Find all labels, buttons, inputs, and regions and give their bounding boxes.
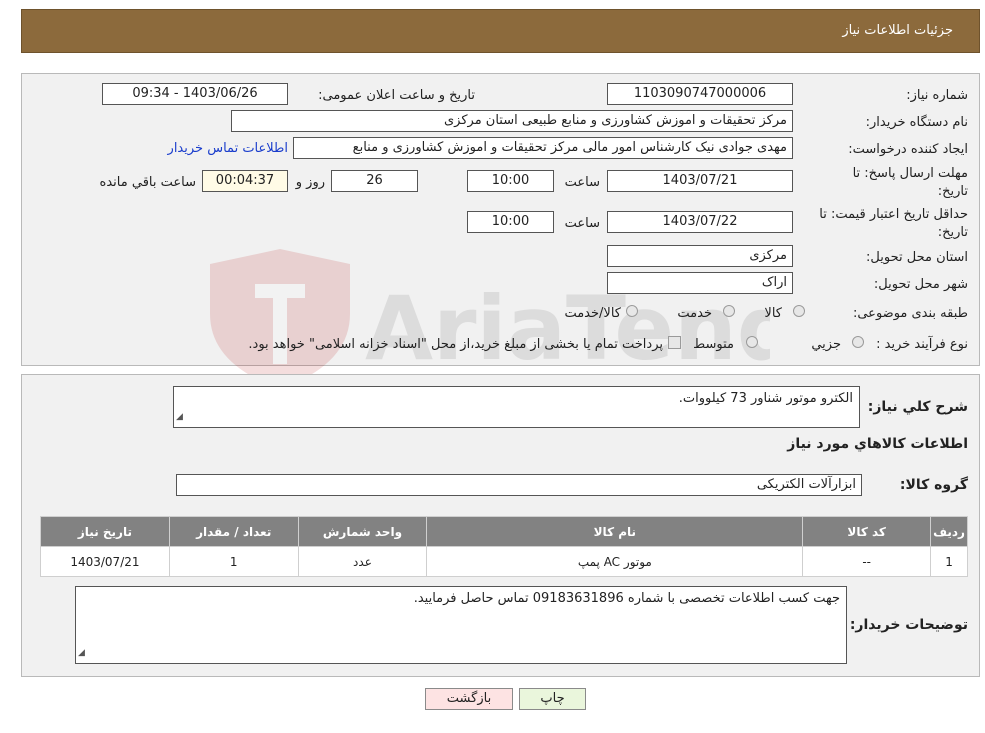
col-date: تاریخ نیاز	[40, 516, 170, 547]
category-option-goods: کالا	[764, 306, 782, 321]
cell-qty: 1	[168, 546, 299, 577]
buyer-contact-link[interactable]: اطلاعات تماس خریدار	[168, 141, 288, 156]
buyer-notes-textarea[interactable]: جهت کسب اطلاعات تخصصی با شماره 091836318…	[75, 586, 847, 664]
deadline-date-field: 1403/07/21	[607, 170, 793, 192]
col-code: کد کالا	[802, 516, 932, 547]
validity-date-field: 1403/07/22	[607, 211, 793, 233]
category-radio-goods-service[interactable]	[626, 305, 638, 317]
deadline-time-label: ساعت	[564, 175, 600, 190]
goods-heading: اطلاعات کالاهاي مورد نياز	[787, 436, 968, 452]
resize-grip-icon[interactable]: ◢	[78, 644, 85, 662]
col-qty: تعداد / مقدار	[168, 516, 299, 547]
deadline-time-field: 10:00	[467, 170, 554, 192]
col-unit: واحد شمارش	[297, 516, 428, 547]
back-button[interactable]: بازگشت	[425, 688, 513, 710]
province-field: مرکزی	[607, 245, 793, 267]
validity-label: حداقل تاریخ اعتبار قیمت: تا	[819, 207, 968, 222]
category-label: طبقه بندی موضوعی:	[852, 306, 968, 321]
description-textarea[interactable]: الکترو موتور شناور 73 کیلووات. ◢	[173, 386, 860, 428]
announce-label: تاریخ و ساعت اعلان عمومی:	[318, 88, 475, 103]
need-number-label: شماره نیاز:	[906, 88, 968, 103]
cell-row: 1	[930, 546, 968, 577]
category-option-goods-service: کالا/خدمت	[564, 306, 621, 321]
page-header: جزئیات اطلاعات نیاز	[21, 9, 980, 53]
category-radio-service[interactable]	[723, 305, 735, 317]
goods-group-field: ابزارآلات الکتریکی	[176, 474, 862, 496]
resize-grip-icon[interactable]: ◢	[176, 408, 183, 426]
cell-unit: عدد	[297, 546, 428, 577]
goods-group-label: گروه کالا:	[899, 477, 968, 493]
province-label: استان محل تحویل:	[866, 250, 968, 265]
buyer-label: نام دستگاه خریدار:	[865, 115, 968, 130]
goods-table: رديف کد کالا نام کالا واحد شمارش تعداد /…	[40, 516, 968, 577]
col-row: رديف	[930, 516, 968, 547]
category-radio-goods[interactable]	[793, 305, 805, 317]
buyer-notes-label: توضیحات خریدار:	[849, 617, 968, 633]
process-label: نوع فرآیند خرید :	[876, 337, 968, 352]
goods-table-header: رديف کد کالا نام کالا واحد شمارش تعداد /…	[40, 516, 968, 547]
city-field: اراک	[607, 272, 793, 294]
creator-field: مهدی جوادی نیک کارشناس امور مالی مرکز تح…	[293, 137, 793, 159]
validity-time-label: ساعت	[564, 216, 600, 231]
category-option-service: خدمت	[677, 306, 712, 321]
creator-label: ایجاد کننده درخواست:	[848, 142, 968, 157]
validity-time-field: 10:00	[467, 211, 554, 233]
validity-label-date: تاریخ:	[937, 225, 968, 240]
buyer-notes-text: جهت کسب اطلاعات تخصصی با شماره 091836318…	[413, 591, 840, 606]
deadline-days-label: روز و	[295, 175, 325, 190]
deadline-label: مهلت ارسال پاسخ: تا	[852, 166, 968, 181]
table-row: 1 -- موتور AC پمپ عدد 1 1403/07/21	[40, 546, 968, 577]
col-name: نام کالا	[426, 516, 804, 547]
process-option-medium: متوسط	[693, 337, 734, 352]
process-option-minor: جزيي	[811, 337, 841, 352]
deadline-label-date: تاریخ:	[937, 184, 968, 199]
cell-code: --	[802, 546, 932, 577]
process-radio-medium[interactable]	[746, 336, 758, 348]
city-label: شهر محل تحویل:	[873, 277, 968, 292]
remaining-time-label: ساعت باقي مانده	[99, 175, 196, 190]
treasury-checkbox[interactable]	[668, 336, 681, 349]
deadline-days-field: 26	[331, 170, 418, 192]
buyer-field: مرکز تحقیقات و اموزش کشاورزی و منابع طبی…	[231, 110, 793, 132]
cell-date: 1403/07/21	[40, 546, 170, 577]
cell-name: موتور AC پمپ	[426, 546, 804, 577]
description-label: شرح کلي نياز:	[867, 399, 968, 415]
treasury-note: پرداخت تمام یا بخشی از مبلغ خرید،از محل …	[248, 337, 663, 352]
remaining-time-field: 00:04:37	[202, 170, 288, 192]
description-text: الکترو موتور شناور 73 کیلووات.	[678, 391, 853, 406]
need-number-field: 1103090747000006	[607, 83, 793, 105]
page-title: جزئیات اطلاعات نیاز	[842, 23, 953, 38]
process-radio-minor[interactable]	[852, 336, 864, 348]
announce-field: 1403/06/26 - 09:34	[102, 83, 288, 105]
print-button[interactable]: چاپ	[519, 688, 586, 710]
